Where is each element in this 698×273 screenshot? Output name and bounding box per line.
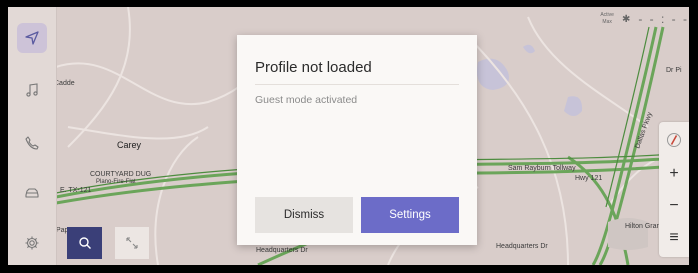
expand-arrows-icon [126,237,138,249]
search-icon [78,237,91,249]
settings-button[interactable]: Settings [361,197,459,233]
map-label-headquarters: Headquarters Dr [256,247,308,254]
dialog-divider [255,84,459,85]
infotainment-screen: Carey COURTYARD DUG Plano-Fire-Flat E. T… [8,7,689,265]
map-label-headquarters-2: Headquarters Dr [496,243,548,250]
car-icon [25,188,39,198]
status-bar: Active Max ✱ - - : - - [600,11,689,27]
map-label-courtyard: COURTYARD DUG [90,171,152,178]
zoom-in-button[interactable]: + [659,158,689,190]
dismiss-button[interactable]: Dismiss [255,197,353,233]
map-label-highway: E. TX-121 [60,187,92,194]
compass-icon [667,133,681,147]
profile-dialog: Profile not loaded Guest mode activated … [237,35,477,245]
navigation-arrow-icon [25,31,39,45]
dialog-title: Profile not loaded [255,59,372,76]
map-label-mall: Cadde [54,80,75,87]
gear-icon [25,236,39,250]
expand-button[interactable] [115,227,149,259]
phone-icon [25,136,39,150]
music-note-icon [26,83,38,97]
sidebar [8,7,57,265]
map-label-courtyard-sub: Plano-Fire-Flat [96,179,136,185]
map-label-dr: Dr Pi [666,67,682,74]
zoom-out-button[interactable]: − [659,190,689,222]
map-label-sam-rayburn: Sam Rayburn Tollway [508,165,576,172]
sidebar-item-music[interactable] [17,75,47,105]
map-label-hwy121: Hwy 121 [575,175,603,182]
sidebar-item-navigation[interactable] [17,23,47,53]
sidebar-item-phone[interactable] [17,128,47,158]
clock-placeholder: - - : - - [638,12,689,26]
bluetooth-icon: ✱ [621,13,631,25]
menu-button[interactable]: ≡ [659,222,689,254]
sidebar-item-settings[interactable] [17,228,47,258]
map-controls: + − ≡ [659,122,689,257]
compass-button[interactable] [659,124,689,156]
dialog-message: Guest mode activated [255,94,358,106]
map-label-carey: Carey [117,140,142,150]
signal-status: Active Max [600,12,614,25]
sidebar-item-vehicle[interactable] [17,178,47,208]
search-button[interactable] [67,227,102,259]
